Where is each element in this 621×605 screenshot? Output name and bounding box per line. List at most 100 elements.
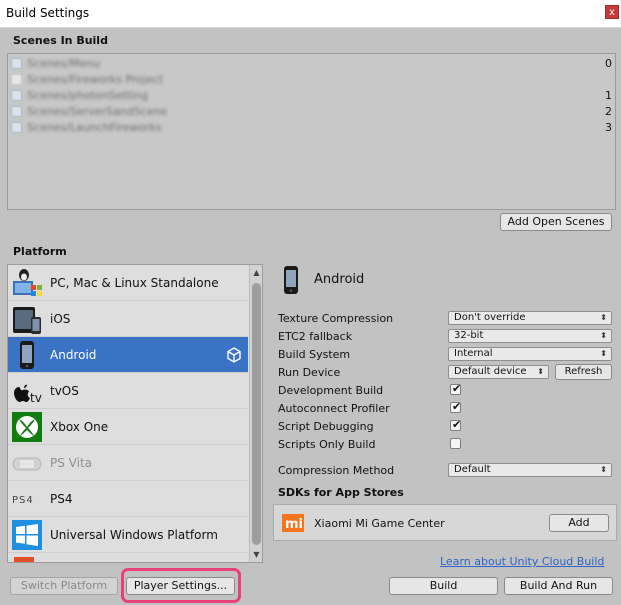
scene-checkbox[interactable] (11, 58, 22, 69)
scroll-thumb[interactable] (252, 283, 261, 545)
xiaomi-logo-icon: mi (282, 514, 304, 532)
build-and-run-button[interactable]: Build And Run (504, 577, 613, 595)
scene-name: Scenes/LaunchFireworks (27, 121, 162, 134)
window-title: Build Settings (6, 6, 90, 20)
texture-compression-label: Texture Compression (278, 312, 394, 325)
platform-item-psvita[interactable]: PS Vita (8, 445, 248, 481)
script-debugging-checkbox[interactable]: ✔ (450, 418, 462, 431)
sdk-name: Xiaomi Mi Game Center (314, 517, 445, 530)
add-sdk-button[interactable]: Add (549, 514, 609, 532)
add-open-scenes-button[interactable]: Add Open Scenes (500, 213, 612, 231)
scene-row[interactable]: Scenes/photonSetting 1 (8, 88, 615, 104)
texture-compression-value: Don't override (454, 312, 526, 323)
checkmark-icon: ✔ (452, 418, 462, 431)
script-debugging-label: Script Debugging (278, 420, 374, 433)
build-system-label: Build System (278, 348, 351, 361)
platform-label: PS Vita (50, 456, 93, 470)
apple-tv-icon: tv (14, 384, 42, 405)
scene-index: 0 (605, 57, 612, 70)
scene-index: 1 (605, 89, 612, 102)
scene-row[interactable]: Scenes/Menu 0 (8, 56, 615, 72)
scene-checkbox[interactable] (11, 74, 22, 85)
scene-name: Scenes/ServerSandScene (27, 105, 168, 118)
scene-checkbox[interactable] (11, 90, 22, 101)
dropdown-arrow-icon: ⬍ (600, 331, 607, 340)
pc-mac-linux-icon (13, 269, 42, 296)
unity-current-platform-icon (227, 347, 241, 363)
compression-method-value: Default (454, 464, 491, 475)
cloud-build-link[interactable]: Learn about Unity Cloud Build (440, 555, 604, 568)
platform-list[interactable]: PC, Mac & Linux Standalone iOS Android t… (7, 264, 263, 563)
refresh-button[interactable]: Refresh (555, 364, 612, 380)
xbox-icon (12, 412, 42, 442)
scenes-list[interactable]: Scenes/Menu 0 Scenes/Fireworks Project S… (7, 53, 616, 210)
development-build-label: Development Build (278, 384, 384, 397)
texture-compression-dropdown[interactable]: Don't override ⬍ (448, 311, 612, 325)
ps4-icon: PS4 (12, 495, 34, 506)
etc2-fallback-dropdown[interactable]: 32-bit ⬍ (448, 329, 612, 343)
platform-label: PS4 (50, 492, 73, 506)
platform-item-android[interactable]: Android (8, 337, 248, 373)
platform-label: PC, Mac & Linux Standalone (50, 276, 219, 290)
scene-name: Scenes/photonSetting (27, 89, 149, 102)
compression-method-label: Compression Method (278, 464, 395, 477)
platform-item-standalone[interactable]: PC, Mac & Linux Standalone (8, 265, 248, 301)
selected-platform-title: Android (314, 272, 365, 287)
platform-scrollbar[interactable]: ▲ ▼ (249, 265, 262, 562)
scripts-only-build-label: Scripts Only Build (278, 438, 376, 451)
svg-text:mi: mi (285, 517, 303, 532)
scene-checkbox[interactable] (11, 106, 22, 117)
autoconnect-profiler-label: Autoconnect Profiler (278, 402, 390, 415)
scroll-up-icon[interactable]: ▲ (251, 267, 262, 278)
dropdown-arrow-icon: ⬍ (600, 313, 607, 322)
scene-row[interactable]: Scenes/ServerSandScene 2 (8, 104, 615, 120)
android-phone-icon (284, 266, 298, 294)
svg-text:tv: tv (30, 391, 42, 405)
scene-row[interactable]: Scenes/Fireworks Project (8, 72, 615, 88)
scroll-down-icon[interactable]: ▼ (251, 549, 262, 560)
sdks-heading: SDKs for App Stores (278, 486, 404, 499)
scene-row[interactable]: Scenes/LaunchFireworks 3 (8, 120, 615, 136)
autoconnect-profiler-checkbox[interactable]: ✔ (450, 400, 462, 413)
run-device-dropdown[interactable]: Default device ⬍ (448, 365, 549, 379)
windows-icon (12, 520, 42, 550)
ps-vita-icon (12, 457, 42, 471)
scenes-heading: Scenes In Build (13, 34, 108, 47)
platform-item-html5[interactable] (8, 553, 248, 562)
development-build-checkbox[interactable]: ✔ (450, 382, 462, 395)
dropdown-arrow-icon: ⬍ (600, 465, 607, 474)
scene-name: Scenes/Menu (27, 57, 101, 70)
build-system-value: Internal (454, 348, 493, 359)
platform-heading: Platform (13, 245, 67, 258)
platform-item-uwp[interactable]: Universal Windows Platform (8, 517, 248, 553)
platform-item-ps4[interactable]: PS4 PS4 (8, 481, 248, 517)
compression-method-dropdown[interactable]: Default ⬍ (448, 463, 612, 477)
run-device-value: Default device (454, 366, 527, 377)
platform-item-xbox[interactable]: Xbox One (8, 409, 248, 445)
checkmark-icon: ✔ (452, 382, 462, 395)
scene-name: Scenes/Fireworks Project (27, 73, 164, 86)
platform-item-tvos[interactable]: tv tvOS (8, 373, 248, 409)
checkmark-icon: ✔ (452, 400, 462, 413)
close-icon[interactable]: x (605, 5, 619, 19)
svg-text:PS4: PS4 (12, 495, 34, 506)
dropdown-arrow-icon: ⬍ (537, 367, 544, 376)
platform-item-ios[interactable]: iOS (8, 301, 248, 337)
build-button[interactable]: Build (389, 577, 498, 595)
platform-label: Universal Windows Platform (50, 528, 218, 542)
player-settings-button[interactable]: Player Settings... (126, 577, 235, 595)
scene-checkbox[interactable] (11, 122, 22, 133)
scripts-only-build-checkbox[interactable] (450, 438, 461, 449)
platform-label: Android (50, 348, 97, 362)
dropdown-arrow-icon: ⬍ (600, 349, 607, 358)
sdk-row: mi Xiaomi Mi Game Center Add (273, 504, 617, 541)
platform-label: Xbox One (50, 420, 109, 434)
title-bar: Build Settings x (0, 0, 621, 28)
build-system-dropdown[interactable]: Internal ⬍ (448, 347, 612, 361)
ios-device-icon (13, 307, 41, 334)
switch-platform-button[interactable]: Switch Platform (10, 577, 118, 595)
android-phone-icon (20, 341, 34, 369)
etc2-fallback-value: 32-bit (454, 330, 484, 341)
platform-label: iOS (50, 312, 71, 326)
etc2-fallback-label: ETC2 fallback (278, 330, 353, 343)
